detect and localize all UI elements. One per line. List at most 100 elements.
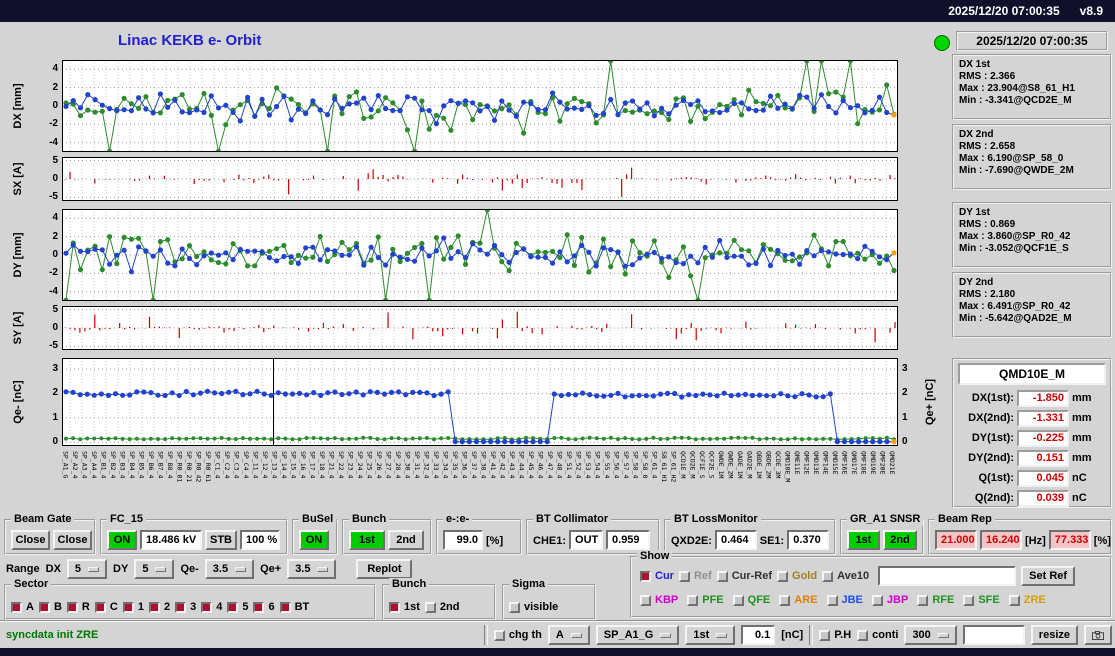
bunch-select-menu[interactable]: 1st	[685, 625, 736, 645]
range-qe-plus-menu[interactable]: 3.5	[287, 559, 337, 579]
ee-ratio-input[interactable]	[443, 530, 483, 550]
fc15-kv-readout: 18.486 kV	[140, 530, 202, 550]
busel-on-button[interactable]: ON	[299, 530, 329, 550]
sector-toggle-c[interactable]: C	[94, 601, 118, 613]
beam-gate-close-button-1[interactable]: Close	[11, 530, 50, 550]
timestamp-display: 2025/12/20 07:00:35	[956, 31, 1108, 51]
toggle-label: QFE	[747, 594, 771, 606]
monitor-row-value: -1.850	[1017, 389, 1069, 407]
checkbox	[148, 601, 160, 613]
x-axis-label: SP_R0_01	[175, 451, 184, 483]
option-menu-icon	[937, 632, 949, 638]
sector-toggle-r[interactable]: R	[66, 601, 90, 613]
x-axis-label: QCD2E_M	[688, 451, 697, 479]
checkbox	[917, 594, 929, 606]
set-ref-button[interactable]: Set Ref	[1021, 566, 1076, 586]
show-toggle-sfe[interactable]: SFE	[963, 594, 1000, 606]
chg-th-toggle[interactable]: chg th	[493, 629, 542, 641]
sector-toggle-bt[interactable]: BT	[279, 601, 309, 613]
fc15-stb-button[interactable]: STB	[205, 530, 237, 550]
ph-toggle[interactable]: P.H	[819, 629, 851, 641]
sector-toggle-5[interactable]: 5	[227, 601, 248, 613]
conti-toggle[interactable]: conti	[857, 629, 898, 641]
show-row-2: KBP PFE QFE ARE JBE JBP RFE SFE ZRE	[640, 594, 1046, 606]
beam-gate-close-button-2[interactable]: Close	[53, 530, 92, 550]
group-bunch: Bunch 1st 2nd	[342, 513, 432, 555]
snsr-2nd-button[interactable]: 2nd	[883, 530, 917, 550]
toggle-label: Cur	[655, 570, 674, 582]
ref-file-input[interactable]	[878, 566, 1017, 586]
monitor-row-unit: mm	[1072, 432, 1092, 444]
option-menu-icon	[317, 566, 329, 572]
tick-label: -2	[49, 267, 58, 279]
plot-sx	[62, 157, 898, 201]
x-axis-label: QMF20E	[878, 451, 887, 475]
x-axis-label: QME11E	[793, 451, 801, 475]
bunch-2nd-button[interactable]: 2nd	[388, 530, 424, 550]
show-toggle-jbp[interactable]: JBP	[871, 594, 908, 606]
show-toggle-are[interactable]: ARE	[779, 594, 818, 606]
checkbox	[716, 570, 728, 582]
show-toggle-ref[interactable]: Ref	[678, 570, 712, 582]
show-toggle-kbp[interactable]: KBP	[640, 594, 678, 606]
stat-panel-dy-1st: DY 1st RMS : 0.869 Max : 3.860@SP_R0_42 …	[952, 202, 1112, 268]
stat-max: Max : 23.904@S8_61_H1	[959, 83, 1075, 94]
x-axis-label: QMF14E	[821, 451, 830, 475]
sigma-toggle-visible[interactable]: visible	[509, 601, 558, 613]
count-input[interactable]	[962, 625, 1025, 645]
fc15-percent-readout: 100 %	[240, 530, 280, 550]
group-beam-gate: Beam Gate Close Close	[4, 513, 96, 555]
range-dx-menu[interactable]: 5	[66, 559, 108, 579]
show-toggle-cur[interactable]: Cur	[640, 570, 674, 582]
threshold-input[interactable]	[741, 625, 776, 645]
tick-label: 1	[52, 411, 58, 423]
x-axis-label: QADE_1M	[736, 451, 744, 479]
x-axis-label: SP_B6_4	[147, 451, 155, 479]
x-axis-label: SP_56_4	[612, 451, 621, 479]
bunch-toggle-1st[interactable]: 1st	[389, 601, 420, 613]
bunch-1st-button[interactable]: 1st	[349, 530, 385, 550]
replot-button[interactable]: Replot	[356, 559, 413, 579]
show-toggle-jbe[interactable]: JBE	[826, 594, 863, 606]
x-axis-label: QMD10E_M	[783, 451, 792, 483]
x-axis-label: SP_61_4	[650, 451, 659, 479]
toggle-label: RFE	[932, 594, 955, 606]
snapshot-button[interactable]	[1084, 625, 1112, 645]
plot-dx	[62, 58, 898, 154]
x-axis-label: SP_18_4	[318, 451, 326, 479]
sector-select-menu[interactable]: A	[547, 625, 590, 645]
toggle-label: KBP	[655, 594, 679, 606]
show-toggle-cur-ref[interactable]: Cur-Ref	[716, 570, 772, 582]
sector-toggle-3[interactable]: 3	[175, 601, 196, 613]
interval-menu[interactable]: 300	[904, 625, 957, 645]
fc15-on-button[interactable]: ON	[107, 530, 137, 550]
checkbox	[509, 601, 520, 613]
x-axis-label: QCDE_3M	[774, 451, 782, 479]
sector-toggle-b[interactable]: B	[38, 601, 62, 613]
plot-q	[62, 358, 898, 446]
application-window: 2025/12/20 07:00:35 v8.9 Linac KEKB e- O…	[0, 0, 1115, 656]
checkbox	[822, 570, 834, 582]
monitor-row-value: -0.225	[1017, 429, 1069, 447]
sector-toggle-1[interactable]: 1	[122, 601, 144, 613]
sector-select-value: A	[555, 629, 564, 641]
show-toggle-rfe[interactable]: RFE	[917, 594, 954, 606]
snsr-1st-button[interactable]: 1st	[847, 530, 880, 550]
show-toggle-gold[interactable]: Gold	[777, 570, 817, 582]
sector-toggle-2[interactable]: 2	[148, 601, 170, 613]
x-axis-label: SP_A4_4	[90, 451, 98, 479]
range-qe-minus-menu[interactable]: 3.5	[204, 559, 255, 579]
show-toggle-ave10[interactable]: Ave10	[822, 570, 869, 582]
show-toggle-pfe[interactable]: PFE	[687, 594, 724, 606]
sector-toggle-a[interactable]: A	[11, 601, 34, 613]
range-dy-menu[interactable]: 5	[134, 559, 175, 579]
bpm-select-menu[interactable]: SP_A1_G	[595, 625, 680, 645]
sector-toggle-4[interactable]: 4	[201, 601, 222, 613]
sector-toggle-6[interactable]: 6	[253, 601, 275, 613]
bunch-toggle-2nd[interactable]: 2nd	[424, 601, 459, 613]
group-title: Beam Rep	[935, 513, 995, 526]
show-toggle-zre[interactable]: ZRE	[1008, 594, 1046, 606]
stat-min: Min : -3.341@QCD2E_M	[959, 95, 1072, 106]
resize-button[interactable]: resize	[1030, 625, 1078, 645]
show-toggle-qfe[interactable]: QFE	[732, 594, 771, 606]
